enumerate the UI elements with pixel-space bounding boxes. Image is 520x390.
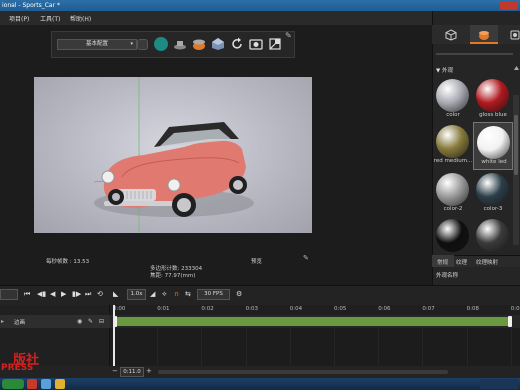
timeline-gridline	[289, 327, 291, 366]
timeline-playhead[interactable]	[113, 305, 115, 366]
fps-value: 30 FPS	[204, 291, 223, 297]
timeline-tick-label: 0:06	[378, 306, 391, 312]
timeline-tick-label: 0:02	[201, 306, 214, 312]
timeline-gridline	[334, 327, 335, 366]
material-swatch[interactable]: white led	[473, 122, 513, 170]
current-time-value: 0:11.0	[123, 369, 141, 375]
material-swatch[interactable]	[473, 216, 513, 255]
play-icon[interactable]: ▶	[61, 290, 66, 298]
ramp-icon[interactable]: ◣	[113, 290, 118, 298]
material-swatch[interactable]: color-3	[473, 170, 513, 218]
pin-icon[interactable]: ✎	[303, 254, 309, 262]
timeline-gridline	[422, 327, 424, 366]
material-preview-ball	[476, 79, 509, 112]
timeline-tick-label: 0:05	[334, 306, 347, 312]
material-swatch[interactable]: red medium...	[433, 122, 473, 170]
fps-select[interactable]: 30 FPS	[197, 289, 230, 300]
link-icon[interactable]: ⇆	[185, 290, 191, 298]
speed-select[interactable]: 1.0x	[127, 289, 146, 300]
material-swatch[interactable]: ch	[511, 76, 513, 124]
material-label: color	[446, 112, 460, 118]
taskbar-app-icon[interactable]	[27, 379, 37, 389]
os-taskbar	[0, 378, 520, 390]
go-start-icon[interactable]: ⏮	[24, 290, 30, 299]
publisher-watermark-latin: PRESS	[1, 363, 34, 373]
timeline-gridline	[510, 327, 512, 366]
material-preview-ball	[436, 173, 469, 206]
material-grid: color gloss blue ch red medium... white led c…	[0, 0, 513, 255]
taskbar-app-icon[interactable]	[41, 379, 51, 389]
timeline-tick-label: 0:03	[245, 306, 258, 312]
preview-label: 预览	[251, 259, 263, 265]
system-tray[interactable]	[480, 379, 518, 389]
tab-texture-mapping[interactable]: 纹理映射	[476, 258, 498, 266]
track-label: 边画	[14, 320, 26, 326]
appearance-name-label: 外观名称	[436, 273, 459, 279]
fps-readout: 每秒帧数 : 13.53	[46, 259, 90, 265]
timeline-settings-icon[interactable]: ⚙	[236, 290, 242, 298]
timeline-tick-label: 0:08	[466, 306, 479, 312]
tab-general[interactable]: 常规	[437, 258, 448, 266]
material-swatch[interactable]: color	[433, 76, 473, 124]
material-swatch[interactable]	[511, 122, 513, 170]
material-preview-ball	[436, 79, 469, 112]
material-label: gloss blue	[479, 112, 507, 118]
play-reverse-icon[interactable]: ◀	[50, 290, 55, 298]
go-end-icon[interactable]: ⏭	[85, 290, 91, 299]
timeline-gridline	[201, 327, 203, 366]
material-swatch[interactable]	[511, 170, 513, 218]
timeline-tick-label: 0:09	[510, 306, 520, 312]
clip-end-handle[interactable]	[508, 316, 512, 327]
speed-value: 1.0x	[130, 291, 143, 297]
loop-icon[interactable]: ⟲	[97, 290, 103, 298]
step-back-icon[interactable]: ◀▮	[37, 290, 46, 298]
timeline-tick-label: 0:04	[289, 306, 303, 312]
timeline-gridline	[157, 327, 159, 366]
visibility-icon[interactable]: ◉	[77, 318, 82, 325]
tab-texture[interactable]: 纹理	[456, 258, 467, 266]
focal-length: 焦距: 77.97(mm)	[150, 273, 196, 279]
taskbar-app-icon[interactable]	[55, 379, 65, 389]
material-swatch[interactable]: gloss blue	[473, 76, 513, 124]
magnet-icon[interactable]: ∩	[174, 290, 179, 298]
timeline-gridline	[466, 327, 468, 366]
library-scrollbar-thumb[interactable]	[514, 115, 518, 175]
track-lock-icon[interactable]: ⊟	[99, 318, 104, 325]
keyframe-icon[interactable]: ◢	[150, 290, 155, 298]
zoom-out-icon[interactable]: −	[112, 367, 118, 375]
timeline-ruler[interactable]	[110, 305, 520, 315]
material-preview-ball	[436, 125, 469, 158]
pen-icon[interactable]: ✎	[88, 318, 93, 325]
timeline-mode-select[interactable]	[0, 289, 18, 300]
timeline-gridline	[245, 327, 247, 366]
material-preview-ball	[476, 219, 509, 252]
timeline-tick-label: 0:07	[422, 306, 435, 312]
zoom-in-icon[interactable]: +	[146, 367, 152, 375]
scroll-up-icon[interactable]	[514, 66, 519, 72]
step-forward-icon[interactable]: ▮▶	[72, 290, 81, 298]
timeline-tick-label: 0:01	[157, 306, 170, 312]
animation-clip[interactable]	[114, 317, 511, 326]
current-time-field[interactable]: 0:11.0	[120, 367, 144, 377]
track-expand-icon[interactable]: ▸	[1, 318, 4, 325]
material-label: color-3	[483, 206, 503, 212]
add-key-icon[interactable]: ⟡	[162, 290, 167, 299]
material-label: white led	[481, 159, 507, 165]
timeline-gridline	[378, 327, 380, 366]
material-label: color-2	[443, 206, 463, 212]
material-label: red medium...	[433, 158, 473, 164]
material-preview-ball	[476, 173, 509, 206]
start-button[interactable]	[2, 379, 24, 389]
material-swatch[interactable]: color-2	[433, 170, 473, 218]
material-preview-ball	[477, 126, 510, 159]
timeline-scrollbar[interactable]	[158, 370, 448, 374]
material-preview-ball	[436, 219, 469, 252]
material-swatch[interactable]	[433, 216, 473, 255]
material-label: ch	[511, 112, 513, 118]
material-swatch[interactable]	[511, 216, 513, 255]
